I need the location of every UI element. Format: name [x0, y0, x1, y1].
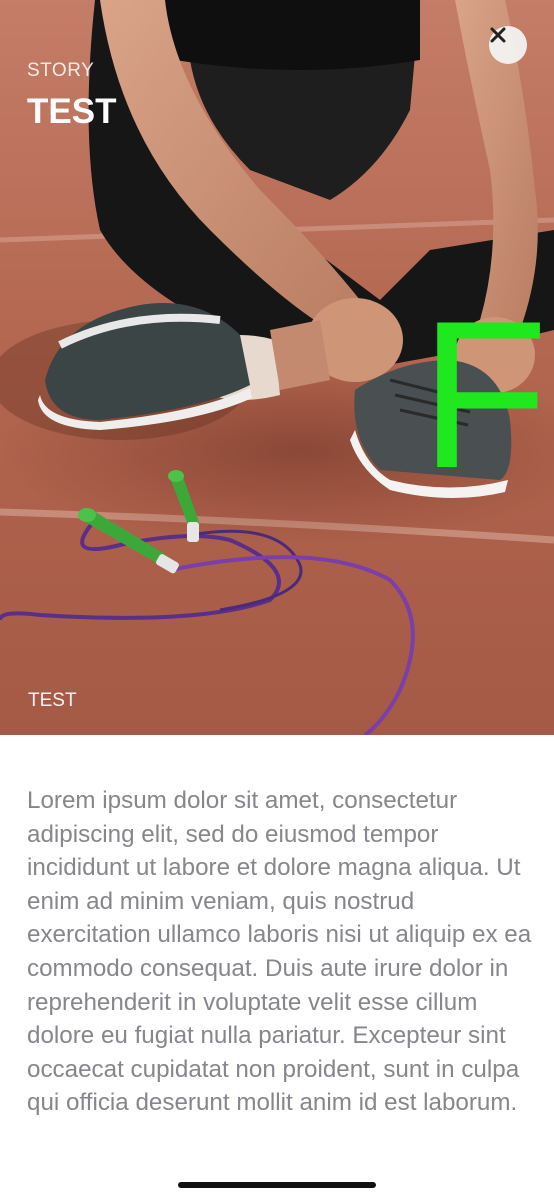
hero-image: FI STORY TEST TEST — [0, 0, 554, 735]
close-button[interactable] — [489, 26, 527, 64]
hero-caption: TEST — [28, 690, 77, 711]
story-category-label: STORY — [27, 60, 95, 81]
story-title: TEST — [27, 92, 117, 131]
home-indicator[interactable] — [178, 1182, 376, 1188]
story-screen: FI STORY TEST TEST Lorem ipsum dolor sit… — [0, 0, 554, 1200]
overlay-text: FI — [420, 277, 554, 512]
close-icon — [490, 27, 506, 43]
article-body: Lorem ipsum dolor sit amet, consectetur … — [27, 787, 532, 1117]
